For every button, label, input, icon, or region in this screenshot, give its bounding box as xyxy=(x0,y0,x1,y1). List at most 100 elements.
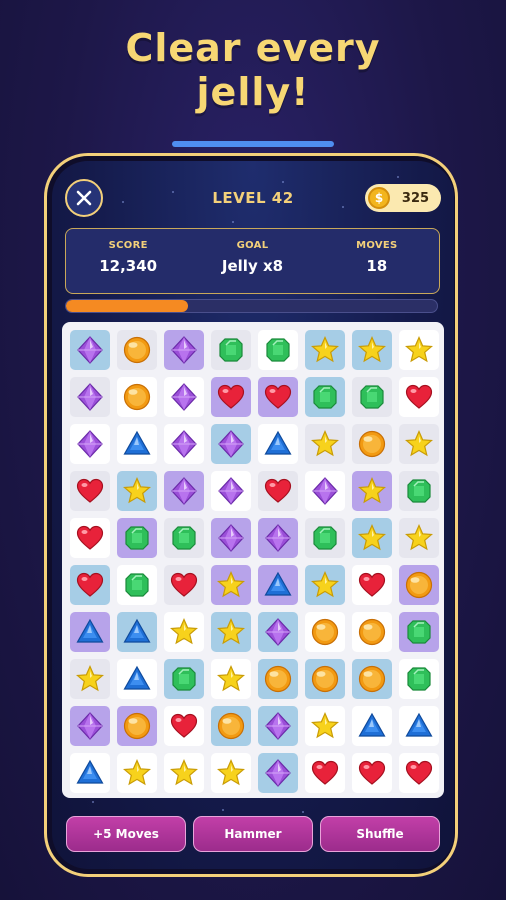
board-cell[interactable] xyxy=(70,659,110,699)
board-cell[interactable] xyxy=(211,706,251,746)
purple-gem-icon xyxy=(77,430,103,458)
board-cell[interactable] xyxy=(70,706,110,746)
board-cell[interactable] xyxy=(352,659,392,699)
coin-counter[interactable]: $ 325 xyxy=(365,184,441,212)
board-cell[interactable] xyxy=(70,612,110,652)
board-cell[interactable] xyxy=(399,471,439,511)
board-cell[interactable] xyxy=(399,706,439,746)
board-cell[interactable] xyxy=(258,377,298,417)
stat-goal-value: Jelly x8 xyxy=(221,257,284,275)
board-cell[interactable] xyxy=(399,659,439,699)
board-cell[interactable] xyxy=(399,424,439,464)
board-cell[interactable] xyxy=(164,518,204,558)
stat-score-label: SCORE xyxy=(108,240,148,251)
board-cell[interactable] xyxy=(164,659,204,699)
board-cell[interactable] xyxy=(164,612,204,652)
board-cell[interactable] xyxy=(164,706,204,746)
board-cell[interactable] xyxy=(70,565,110,605)
board-cell[interactable] xyxy=(211,659,251,699)
board-cell[interactable] xyxy=(117,377,157,417)
level-progress-bar xyxy=(65,299,438,313)
board-cell[interactable] xyxy=(117,565,157,605)
board-cell[interactable] xyxy=(352,471,392,511)
board-cell[interactable] xyxy=(399,377,439,417)
board-cell[interactable] xyxy=(305,753,345,793)
board-cell[interactable] xyxy=(305,377,345,417)
board-cell[interactable] xyxy=(305,518,345,558)
red-heart-icon xyxy=(170,572,198,597)
hammer-button[interactable]: Hammer xyxy=(193,816,313,852)
board-cell[interactable] xyxy=(164,377,204,417)
shuffle-button[interactable]: Shuffle xyxy=(320,816,440,852)
stat-goal: GOAL Jelly x8 xyxy=(190,229,314,293)
headline: Clear every jelly! xyxy=(0,26,506,114)
board-cell[interactable] xyxy=(352,518,392,558)
board-cell[interactable] xyxy=(117,471,157,511)
board-cell[interactable] xyxy=(117,424,157,464)
plus-five-moves-button[interactable]: +5 Moves xyxy=(66,816,186,852)
board-cell[interactable] xyxy=(211,518,251,558)
board-cell[interactable] xyxy=(399,612,439,652)
board-cell[interactable] xyxy=(70,753,110,793)
board-cell[interactable] xyxy=(305,612,345,652)
board-cell[interactable] xyxy=(258,471,298,511)
board-cell[interactable] xyxy=(70,330,110,370)
board-cell[interactable] xyxy=(258,612,298,652)
board-cell[interactable] xyxy=(399,518,439,558)
board-cell[interactable] xyxy=(352,330,392,370)
board-cell[interactable] xyxy=(258,659,298,699)
board-cell[interactable] xyxy=(352,706,392,746)
board-cell[interactable] xyxy=(399,565,439,605)
board-cell[interactable] xyxy=(70,377,110,417)
board-cell[interactable] xyxy=(258,518,298,558)
board-cell[interactable] xyxy=(117,659,157,699)
board-cell[interactable] xyxy=(164,565,204,605)
board-cell[interactable] xyxy=(211,565,251,605)
board-cell[interactable] xyxy=(258,330,298,370)
orange-orb-icon xyxy=(217,712,245,740)
board-cell[interactable] xyxy=(399,753,439,793)
board-cell[interactable] xyxy=(352,612,392,652)
board-cell[interactable] xyxy=(211,424,251,464)
board-cell[interactable] xyxy=(70,471,110,511)
board-cell[interactable] xyxy=(117,518,157,558)
board-cell[interactable] xyxy=(305,330,345,370)
board-cell[interactable] xyxy=(352,377,392,417)
board-cell[interactable] xyxy=(117,753,157,793)
board-cell[interactable] xyxy=(305,706,345,746)
board-cell[interactable] xyxy=(258,565,298,605)
board-cell[interactable] xyxy=(164,330,204,370)
board-cell[interactable] xyxy=(399,330,439,370)
board-cell[interactable] xyxy=(117,612,157,652)
board-cell[interactable] xyxy=(258,424,298,464)
board-cell[interactable] xyxy=(164,471,204,511)
board-cell[interactable] xyxy=(305,565,345,605)
red-heart-icon xyxy=(311,760,339,785)
board-cell[interactable] xyxy=(211,753,251,793)
board-cell[interactable] xyxy=(305,424,345,464)
board-cell[interactable] xyxy=(305,659,345,699)
board-cell[interactable] xyxy=(211,612,251,652)
background-star xyxy=(232,221,234,223)
green-gem-icon xyxy=(313,385,337,409)
board-cell[interactable] xyxy=(164,424,204,464)
board-cell[interactable] xyxy=(352,424,392,464)
board-cell[interactable] xyxy=(305,471,345,511)
board-cell[interactable] xyxy=(211,330,251,370)
green-gem-icon xyxy=(172,526,196,550)
board-cell[interactable] xyxy=(352,753,392,793)
stats-panel: SCORE 12,340 GOAL Jelly x8 MOVES 18 xyxy=(65,228,440,294)
board-cell[interactable] xyxy=(258,753,298,793)
board-cell[interactable] xyxy=(117,706,157,746)
board-cell[interactable] xyxy=(164,753,204,793)
board-cell[interactable] xyxy=(258,706,298,746)
board-cell[interactable] xyxy=(117,330,157,370)
board-cell[interactable] xyxy=(70,518,110,558)
board-cell[interactable] xyxy=(70,424,110,464)
board-cell[interactable] xyxy=(211,377,251,417)
purple-gem-icon xyxy=(218,477,244,505)
board-cell[interactable] xyxy=(211,471,251,511)
purple-gem-icon xyxy=(265,712,291,740)
red-heart-icon xyxy=(76,525,104,550)
board-cell[interactable] xyxy=(352,565,392,605)
